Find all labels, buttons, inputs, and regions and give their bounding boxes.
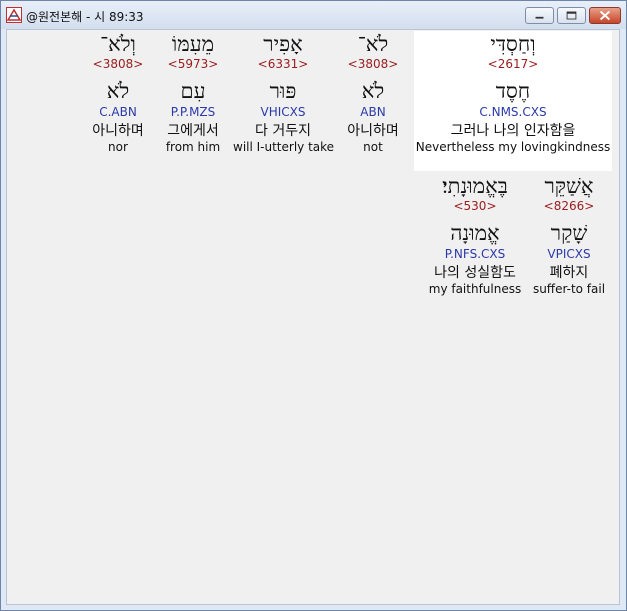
- korean-gloss: 나의 성실함도: [434, 265, 516, 281]
- lemma: שָׁקַר: [550, 221, 588, 245]
- strong-number[interactable]: <530>: [423, 199, 527, 214]
- app-window: @원전본해 - 시 89:33 וְחַסְדִּי <2617> חֶסֶד …: [0, 0, 627, 611]
- hebrew-word: אָפִיר: [263, 32, 303, 56]
- interlinear-view: וְחַסְדִּי <2617> חֶסֶד C.NMS.CXS 그러나 나의…: [6, 29, 620, 605]
- maximize-button[interactable]: [557, 7, 586, 24]
- window-title: @원전본해 - 시 89:33: [26, 10, 144, 24]
- strong-number[interactable]: <3808>: [338, 57, 408, 72]
- close-button[interactable]: [589, 7, 621, 24]
- minimize-icon: [535, 16, 544, 19]
- strong-number[interactable]: <2617>: [414, 57, 612, 72]
- word-block[interactable]: וְחַסְדִּי <2617> חֶסֶד C.NMS.CXS 그러나 나의…: [414, 31, 612, 155]
- korean-gloss: 폐하지: [549, 265, 589, 281]
- word-block[interactable]: וְלֹא־ <3808> לֹא C.ABN 아니하며 nor: [83, 31, 153, 155]
- korean-gloss: 다 거두지: [255, 123, 311, 139]
- hebrew-word: בֶּאֱמוּנָתִי׃: [442, 174, 508, 198]
- lemma: פּוּר: [269, 79, 297, 103]
- parsing-code: C.NMS.CXS: [479, 105, 547, 119]
- word-block[interactable]: בֶּאֱמוּנָתִי׃ <530> אֱמוּנָה P.NFS.CXS …: [423, 173, 527, 297]
- english-gloss: from him: [165, 140, 221, 154]
- korean-gloss: 아니하며: [347, 123, 399, 139]
- minimize-button[interactable]: [525, 7, 554, 24]
- lemma: לֹא: [106, 79, 130, 103]
- maximize-icon: [566, 11, 577, 20]
- hebrew-word: וְחַסְדִּי: [490, 32, 536, 56]
- korean-gloss: 그러나 나의 인자함을: [450, 123, 576, 139]
- lemma: אֱמוּנָה: [450, 221, 500, 245]
- parsing-code: P.NFS.CXS: [444, 247, 506, 261]
- parsing-code: P.P.MZS: [170, 105, 216, 119]
- korean-gloss: 그에게서: [167, 123, 219, 139]
- korean-gloss: 아니하며: [92, 123, 144, 139]
- title-bar[interactable]: @원전본해 - 시 89:33: [1, 1, 626, 29]
- word-block[interactable]: אֲשַׁקֵּר <8266> שָׁקַר VPICXS 폐하지 suffe…: [531, 173, 607, 297]
- english-gloss: not: [363, 140, 383, 154]
- word-block[interactable]: לֹא־ <3808> לֹא ABN 아니하며 not: [338, 31, 408, 155]
- word-block[interactable]: אָפִיר <6331> פּוּר VHICXS 다 거두지 will I-…: [233, 31, 335, 155]
- hebrew-word: לֹא־: [357, 32, 389, 56]
- english-gloss: suffer-to fail: [532, 282, 606, 296]
- parsing-code: VPICXS: [547, 247, 591, 261]
- word-block[interactable]: מֵעִמּוֹ <5973> עִם P.P.MZS 그에게서 from hi…: [157, 31, 229, 155]
- strong-number[interactable]: <6331>: [233, 57, 333, 72]
- parsing-code: VHICXS: [260, 105, 306, 119]
- strong-number[interactable]: <8266>: [531, 199, 607, 214]
- hebrew-word: מֵעִמּוֹ: [171, 32, 215, 56]
- parsing-code: ABN: [360, 105, 386, 119]
- english-gloss: Nevertheless my lovingkindness: [415, 140, 611, 154]
- hebrew-word: וְלֹא־: [100, 32, 136, 56]
- parsing-code: C.ABN: [99, 105, 137, 119]
- hebrew-word: אֲשַׁקֵּר: [544, 174, 594, 198]
- english-gloss: nor: [108, 140, 128, 154]
- app-logo-icon: [6, 7, 22, 23]
- english-gloss: will I-utterly take: [233, 140, 335, 154]
- lemma: חֶסֶד: [495, 79, 531, 103]
- english-gloss: my faithfulness: [428, 282, 522, 296]
- lemma: עִם: [180, 79, 206, 103]
- strong-number[interactable]: <3808>: [83, 57, 153, 72]
- lemma: לֹא: [361, 79, 385, 103]
- close-icon: [599, 10, 611, 21]
- strong-number[interactable]: <5973>: [157, 57, 229, 72]
